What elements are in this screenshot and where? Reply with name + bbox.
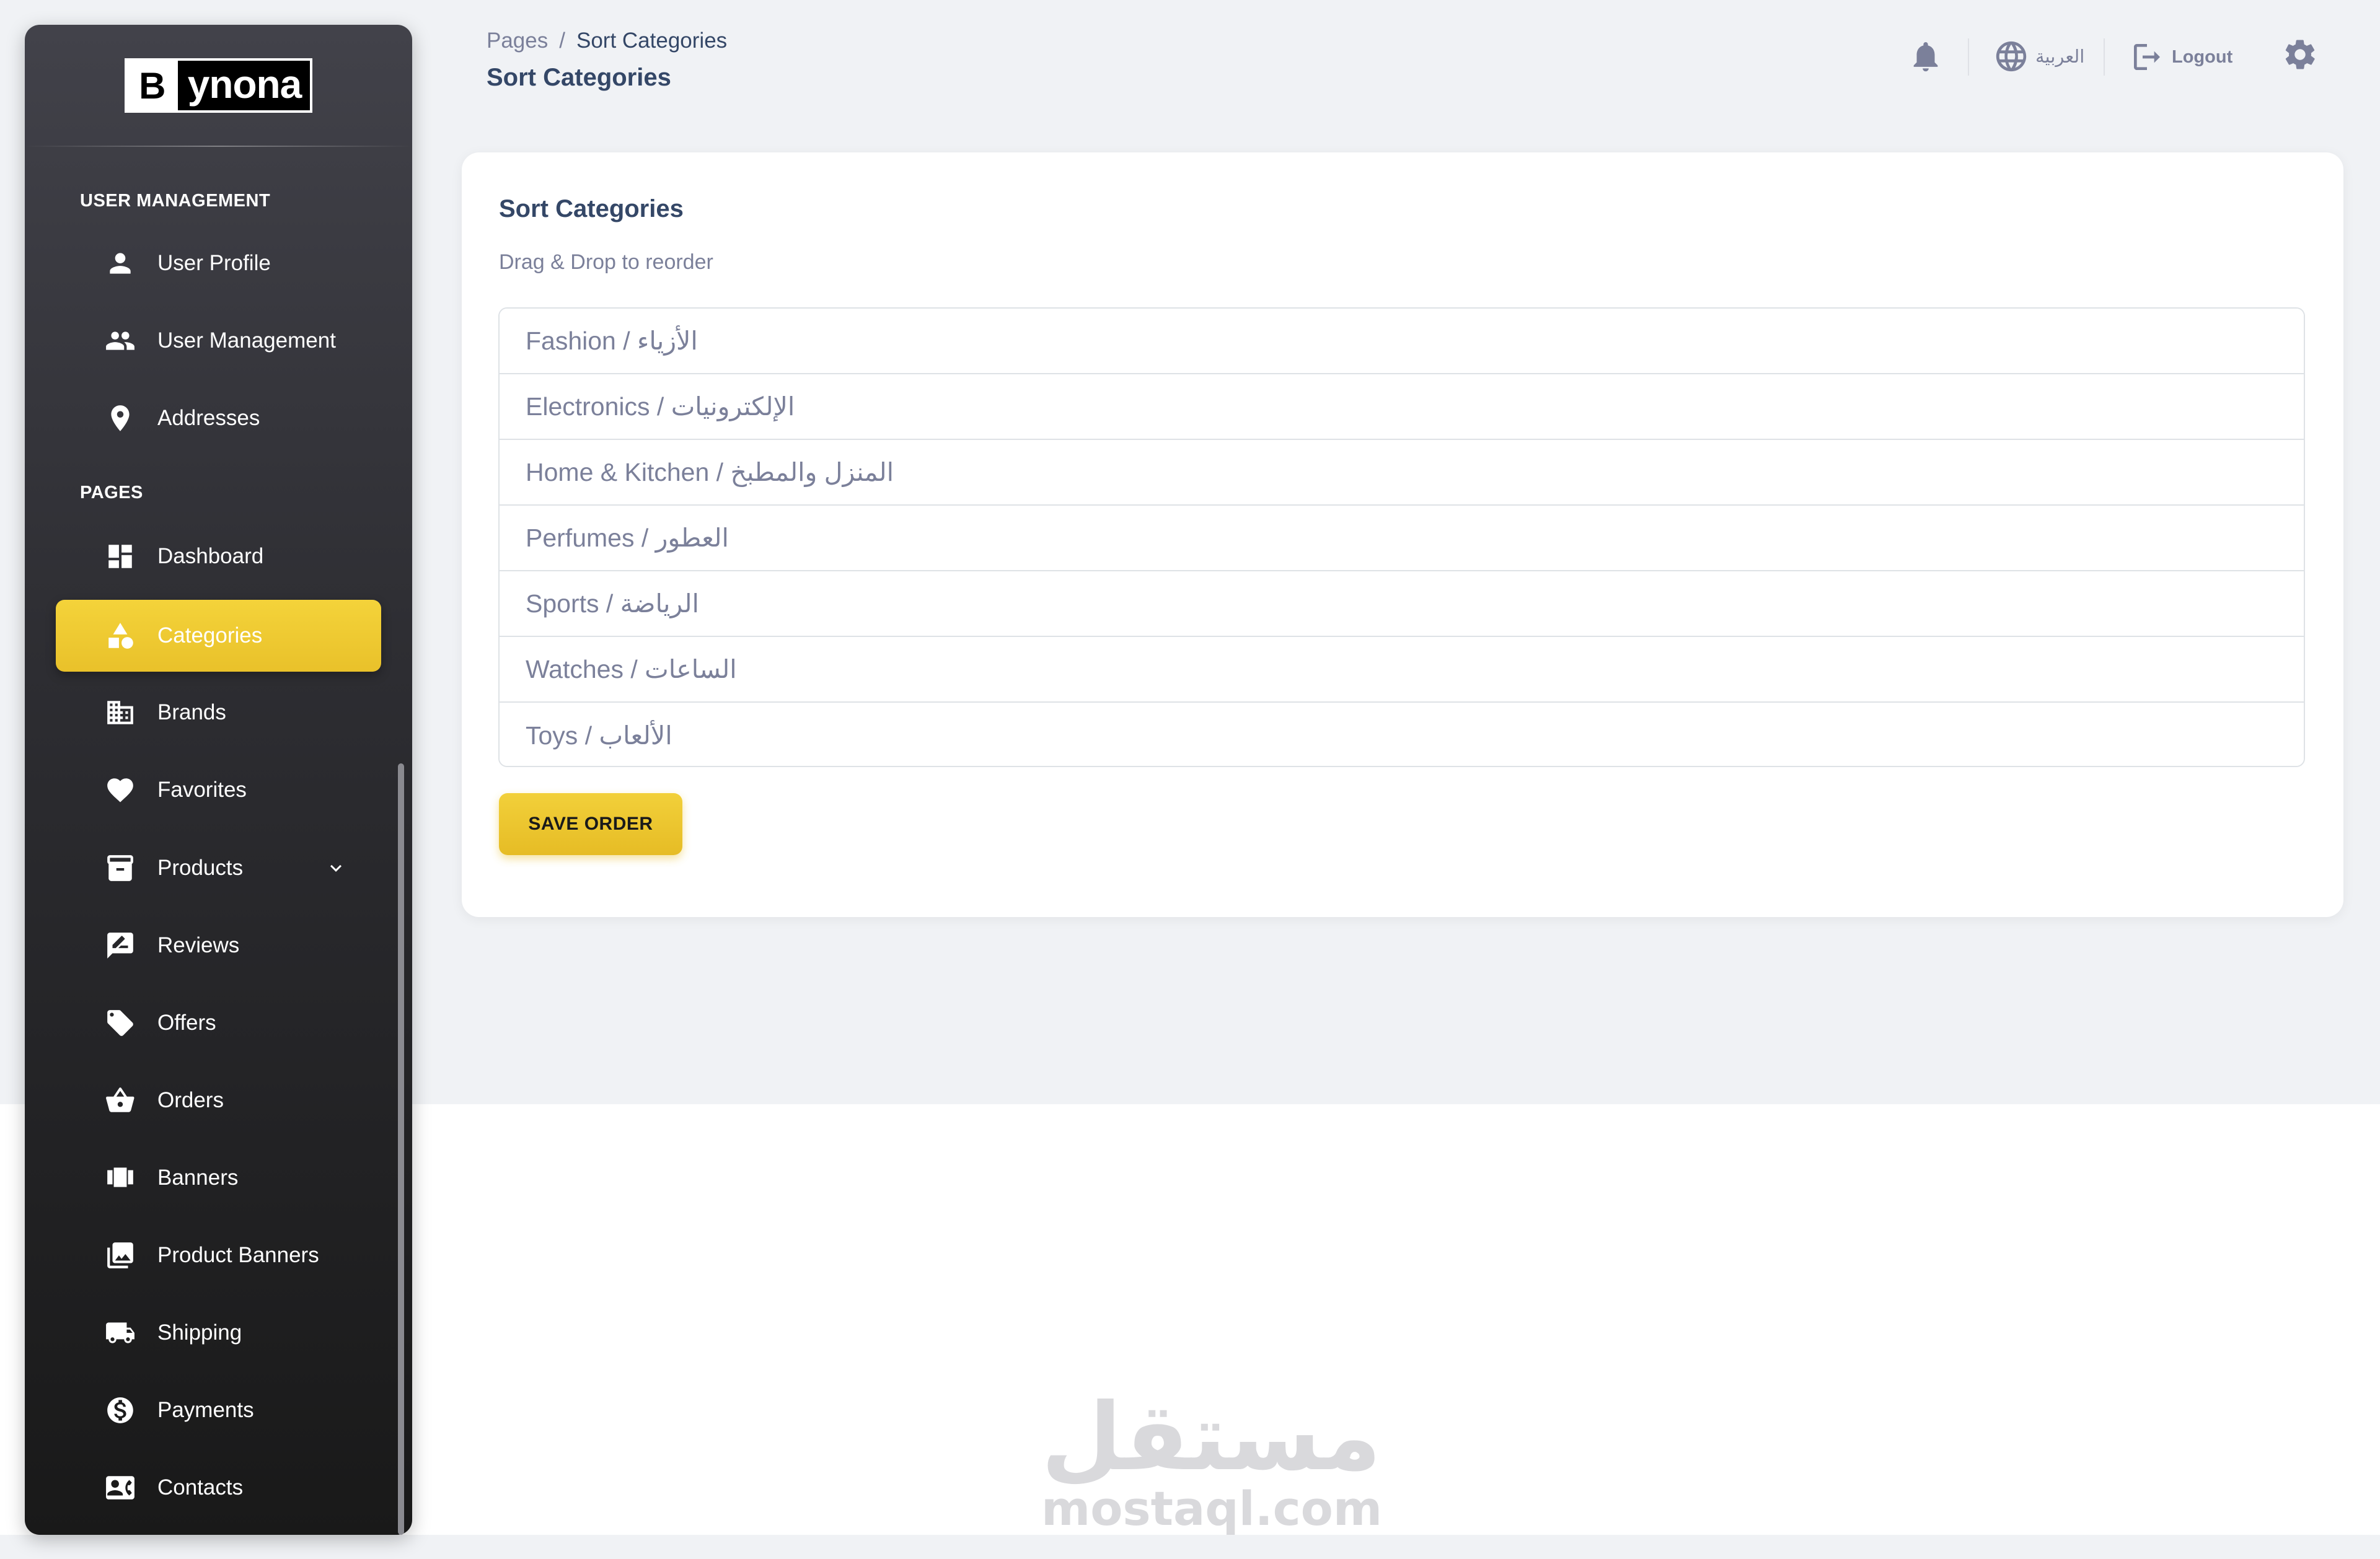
logo-letter: B [126, 61, 178, 110]
archive-box-icon [104, 851, 137, 885]
sidebar-item-offers[interactable]: Offers [56, 987, 381, 1059]
header-divider [2104, 38, 2105, 76]
watermark: مستقل mostaql.com [1041, 1384, 1383, 1536]
sidebar-item-label: User Management [157, 328, 336, 353]
sidebar-item-label: Favorites [157, 778, 247, 802]
sidebar-item-contacts[interactable]: Contacts [56, 1452, 381, 1524]
dashboard-icon [104, 540, 137, 573]
sidebar-item-label: Contacts [157, 1475, 244, 1500]
watermark-latin: mostaql.com [1041, 1481, 1383, 1536]
sidebar-item-banners[interactable]: Banners [56, 1142, 381, 1214]
sidebar-item-label: Banners [157, 1166, 239, 1190]
breadcrumb: Pages / Sort Categories [487, 29, 727, 53]
logo-text: ynona [187, 62, 302, 107]
tag-icon [104, 1006, 137, 1040]
sidebar-item-favorites[interactable]: Favorites [56, 754, 381, 826]
category-list-item[interactable]: Watches / الساعات [500, 637, 2304, 703]
sidebar-item-label: Categories [157, 623, 263, 648]
sidebar-item-label: Payments [157, 1398, 254, 1422]
category-list-item[interactable]: Sports / الرياضة [500, 571, 2304, 637]
sidebar-item-orders[interactable]: Orders [56, 1065, 381, 1136]
category-list-item[interactable]: Toys / الألعاب [500, 703, 2304, 766]
sidebar-item-user-profile[interactable]: User Profile [56, 227, 381, 299]
sidebar-item-label: Products [157, 856, 244, 880]
sidebar-item-label: Brands [157, 700, 226, 724]
sidebar-item-user-management[interactable]: User Management [56, 305, 381, 377]
view-carousel-icon [104, 1161, 137, 1195]
card-subtitle: Drag & Drop to reorder [499, 250, 713, 274]
dollar-circle-icon [104, 1394, 137, 1427]
heart-icon [104, 773, 137, 807]
sidebar-item-brands[interactable]: Brands [56, 677, 381, 749]
sort-categories-card: Sort Categories Drag & Drop to reorder F… [462, 152, 2343, 917]
globe-icon [1996, 41, 2027, 72]
sortable-category-list: Fashion / الأزياء Electronics / الإلكترو… [498, 307, 2305, 767]
settings-button[interactable] [2281, 36, 2319, 73]
sidebar-item-categories[interactable]: Categories [56, 600, 381, 672]
building-icon [104, 696, 137, 729]
contact-card-icon [104, 1471, 137, 1504]
people-icon [104, 324, 137, 358]
section-title-user-management: USER MANAGEMENT [80, 191, 271, 211]
category-list-item[interactable]: Perfumes / العطور [500, 506, 2304, 571]
sidebar-item-label: Addresses [157, 406, 260, 430]
logout-label: Logout [2172, 46, 2233, 67]
rate-review-icon [104, 929, 137, 962]
sidebar-item-dashboard[interactable]: Dashboard [56, 520, 381, 592]
card-title: Sort Categories [499, 195, 684, 222]
sidebar-item-addresses[interactable]: Addresses [56, 382, 381, 454]
notifications-button[interactable] [1908, 38, 1944, 74]
sidebar-item-label: Orders [157, 1088, 224, 1112]
person-icon [104, 247, 137, 280]
shopping-basket-icon [104, 1084, 137, 1117]
logout-button[interactable]: Logout [2130, 40, 2232, 74]
gear-icon [2285, 40, 2315, 69]
photo-library-icon [104, 1239, 137, 1272]
breadcrumb-current: Sort Categories [576, 29, 728, 53]
sidebar-item-products[interactable]: Products [56, 832, 381, 904]
language-label: العربية [2035, 46, 2085, 67]
category-shapes-icon [104, 619, 137, 652]
location-pin-icon [104, 402, 137, 435]
sidebar-item-label: User Profile [157, 251, 271, 275]
sidebar-item-label: Offers [157, 1011, 216, 1035]
sidebar-item-label: Product Banners [157, 1243, 319, 1267]
sidebar-item-shipping[interactable]: Shipping [56, 1297, 381, 1369]
sidebar-item-payments[interactable]: Payments [56, 1374, 381, 1446]
brand-area[interactable]: B ynona [25, 25, 412, 146]
footer-strip [0, 1535, 2380, 1559]
section-title-pages: PAGES [80, 483, 143, 503]
watermark-arabic: مستقل [1041, 1384, 1382, 1491]
brand-divider [25, 146, 412, 147]
truck-icon [104, 1316, 137, 1350]
category-list-item[interactable]: Electronics / الإلكترونيات [500, 374, 2304, 440]
chevron-down-icon[interactable] [325, 857, 347, 879]
sidebar-item-reviews[interactable]: Reviews [56, 910, 381, 982]
header-divider [1968, 38, 1969, 76]
category-list-item[interactable]: Fashion / الأزياء [500, 309, 2304, 374]
page-title: Sort Categories [487, 64, 671, 91]
category-list-item[interactable]: Home & Kitchen / المنزل والمطبخ [500, 440, 2304, 506]
sidebar-item-product-banners[interactable]: Product Banners [56, 1219, 381, 1291]
sidebar-item-label: Dashboard [157, 544, 264, 568]
bell-icon [1913, 42, 1938, 72]
breadcrumb-parent[interactable]: Pages [487, 29, 548, 53]
logout-icon [2134, 44, 2160, 70]
language-switch[interactable]: العربية [1993, 38, 2084, 74]
breadcrumb-separator: / [559, 29, 565, 53]
sidebar: B ynona USER MANAGEMENT User Profile Use… [25, 25, 412, 1535]
sidebar-item-label: Shipping [157, 1320, 242, 1345]
save-order-button[interactable]: SAVE ORDER [499, 793, 682, 855]
logo[interactable]: B ynona [124, 58, 313, 113]
sidebar-item-label: Reviews [157, 933, 240, 957]
sidebar-scrollbar[interactable] [398, 763, 404, 1535]
